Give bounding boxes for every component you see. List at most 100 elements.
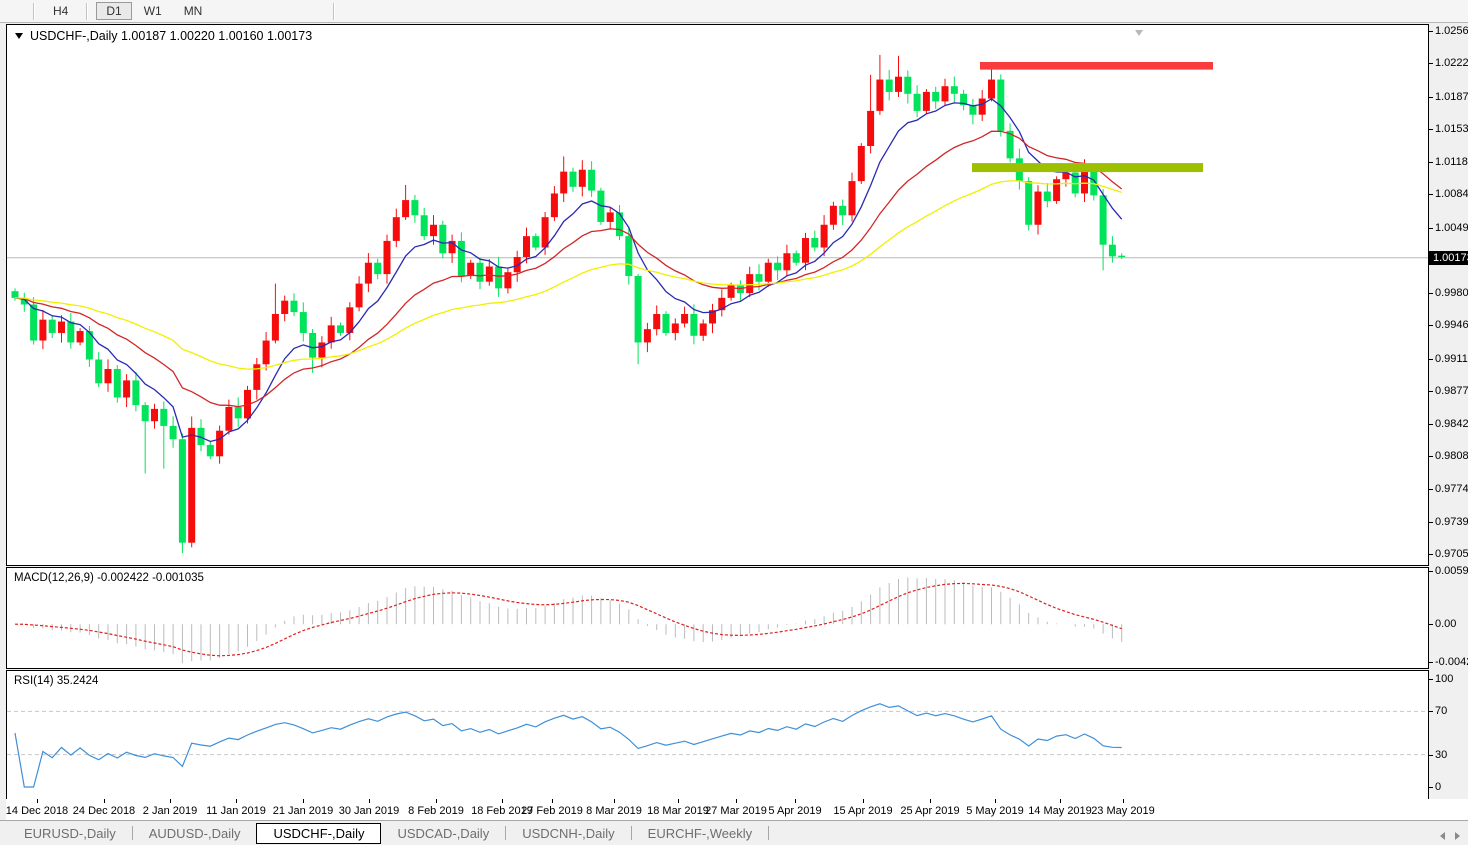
candlestick-chart-canvas[interactable]: [7, 25, 1428, 565]
macd-tick-label: -0.004243: [1435, 656, 1468, 668]
price-tick-label: 0.99110: [1435, 353, 1468, 365]
price-tick-label: 0.98420: [1435, 418, 1468, 430]
toolbar-separator: [33, 3, 35, 20]
axis-tick: [1429, 662, 1433, 663]
tab-separator: [505, 826, 506, 840]
date-label: 23 May 2019: [1078, 805, 1168, 817]
price-tick-label: 1.00490: [1435, 222, 1468, 234]
date-axis[interactable]: 14 Dec 201824 Dec 20182 Jan 201911 Jan 2…: [6, 799, 1468, 820]
axis-tick: [1429, 522, 1433, 523]
date-tick: [369, 799, 370, 803]
price-tick-label: 1.02220: [1435, 57, 1468, 69]
date-tick: [1060, 799, 1061, 803]
price-tick-label: 0.97740: [1435, 483, 1468, 495]
symbol-dropdown-icon[interactable]: [15, 33, 23, 39]
axis-tick: [1429, 489, 1433, 490]
axis-tick: [1429, 787, 1433, 788]
date-tick: [795, 799, 796, 803]
date-tick: [502, 799, 503, 803]
timeframe-toolbar: H4 D1 W1 MN: [0, 0, 1468, 23]
macd-tick-label: 0.00597: [1435, 565, 1468, 577]
price-axis[interactable]: 1.00173 1.02560 1.02220 1.01870 1.01530 1.01…: [1429, 24, 1468, 821]
axis-tick: [1429, 162, 1433, 163]
rsi-current-value: 35.2424: [57, 675, 99, 687]
rsi-tick-label: 70: [1435, 705, 1447, 717]
tab-usdcad-daily[interactable]: USDCAD-,Daily: [383, 824, 503, 843]
tab-eurchf-weekly[interactable]: EURCHF-,Weekly: [634, 824, 767, 843]
tab-scroll-right-icon[interactable]: [1455, 832, 1460, 840]
axis-tick: [1429, 391, 1433, 392]
date-tick: [995, 799, 996, 803]
price-tick-label: 0.97390: [1435, 516, 1468, 528]
chart-ohlc-values: 1.00187 1.00220 1.00160 1.00173: [121, 29, 312, 43]
axis-tick: [1429, 679, 1433, 680]
axis-tick: [1429, 228, 1433, 229]
price-tick-label: 0.99800: [1435, 287, 1468, 299]
timeframe-w1-button[interactable]: W1: [134, 2, 172, 20]
chart-title: USDCHF-,Daily 1.00187 1.00220 1.00160 1.…: [15, 29, 312, 43]
tab-separator: [768, 826, 769, 840]
rsi-tick-label: 0: [1435, 781, 1441, 793]
rsi-tick-label: 100: [1435, 673, 1453, 685]
rsi-panel[interactable]: RSI(14) 35.2424: [6, 670, 1429, 800]
toolbar-separator: [86, 3, 88, 20]
current-price-badge: 1.00173: [1428, 251, 1468, 265]
axis-tick: [1429, 63, 1433, 64]
axis-tick: [1429, 359, 1433, 360]
chart-symbol-label: USDCHF-,Daily: [30, 29, 118, 43]
axis-tick: [1429, 456, 1433, 457]
axis-tick: [1429, 624, 1433, 625]
tab-eurusd-daily[interactable]: EURUSD-,Daily: [10, 824, 130, 843]
date-tick: [863, 799, 864, 803]
rsi-tick-label: 30: [1435, 749, 1447, 761]
date-tick: [170, 799, 171, 803]
main-price-panel[interactable]: USDCHF-,Daily 1.00187 1.00220 1.00160 1.…: [6, 24, 1429, 566]
macd-chart-canvas[interactable]: [7, 568, 1428, 668]
date-tick: [37, 799, 38, 803]
price-tick-label: 1.01530: [1435, 123, 1468, 135]
axis-tick: [1429, 711, 1433, 712]
tab-scroll-left-icon[interactable]: [1440, 832, 1445, 840]
timeframe-d1-button[interactable]: D1: [96, 2, 131, 20]
tab-usdchf-daily[interactable]: USDCHF-,Daily: [256, 823, 381, 844]
macd-panel[interactable]: MACD(12,26,9) -0.002422 -0.001035: [6, 567, 1429, 669]
tab-usdcnh-daily[interactable]: USDCNH-,Daily: [508, 824, 628, 843]
tab-audusd-daily[interactable]: AUDUSD-,Daily: [135, 824, 255, 843]
axis-tick: [1429, 755, 1433, 756]
price-tick-label: 0.98770: [1435, 385, 1468, 397]
axis-tick: [1429, 97, 1433, 98]
date-tick: [552, 799, 553, 803]
axis-tick: [1429, 424, 1433, 425]
timeframe-mn-button[interactable]: MN: [174, 2, 213, 20]
date-tick: [1123, 799, 1124, 803]
date-tick: [736, 799, 737, 803]
tab-separator: [631, 826, 632, 840]
toolbar-separator: [333, 3, 335, 20]
macd-tick-label: 0.00: [1435, 618, 1456, 630]
macd-label: MACD(12,26,9) -0.002422 -0.001035: [14, 572, 204, 584]
scroll-to-end-icon[interactable]: [1135, 30, 1143, 36]
timeframe-h4-button[interactable]: H4: [43, 2, 78, 20]
macd-current-values: -0.002422 -0.001035: [97, 572, 204, 584]
axis-tick: [1429, 129, 1433, 130]
price-tick-label: 1.02560: [1435, 25, 1468, 37]
date-tick: [436, 799, 437, 803]
rsi-chart-canvas[interactable]: [7, 671, 1428, 799]
axis-tick: [1429, 31, 1433, 32]
chart-tab-bar: EURUSD-,Daily AUDUSD-,Daily USDCHF-,Dail…: [0, 820, 1468, 845]
date-tick: [614, 799, 615, 803]
axis-tick: [1429, 325, 1433, 326]
price-tick-label: 0.98080: [1435, 450, 1468, 462]
price-tick-label: 1.01180: [1435, 156, 1468, 168]
axis-tick: [1429, 571, 1433, 572]
price-tick-label: 0.97050: [1435, 548, 1468, 560]
date-tick: [104, 799, 105, 803]
axis-tick: [1429, 554, 1433, 555]
price-tick-label: 1.01870: [1435, 91, 1468, 103]
tab-separator: [132, 826, 133, 840]
price-tick-label: 0.99460: [1435, 319, 1468, 331]
date-tick: [236, 799, 237, 803]
mt4-chart-window: { "toolbar": { "buttons": [ {"label": "H…: [0, 0, 1468, 845]
date-tick: [303, 799, 304, 803]
axis-tick: [1429, 194, 1433, 195]
